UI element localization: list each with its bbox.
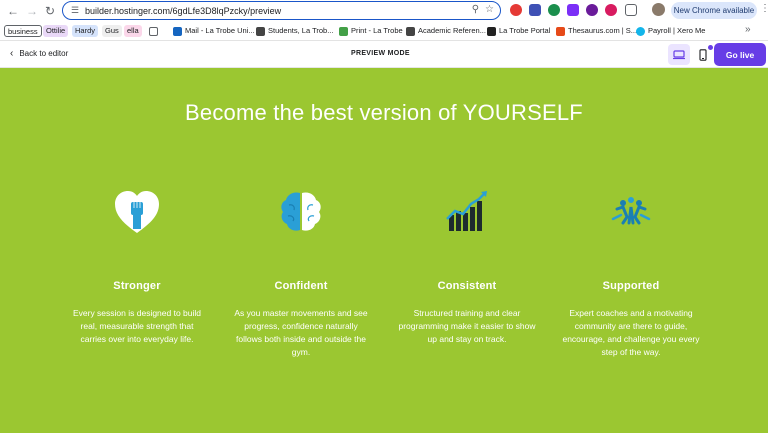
back-arrow-icon[interactable]: ← <box>4 2 22 20</box>
bookmark-folder-ottilie[interactable]: Ottilie <box>43 25 69 37</box>
feature-title: Stronger <box>113 280 161 292</box>
print-icon <box>339 26 348 36</box>
forward-arrow-icon[interactable]: → <box>23 2 41 20</box>
growth-chart-icon <box>446 191 487 231</box>
latrobe-icon <box>406 26 415 36</box>
bookmark-folder-ella[interactable]: ella <box>124 25 142 37</box>
address-bar[interactable]: ☰ builder.hostinger.com/6gdLfe3D8lqPzcky… <box>62 1 501 20</box>
feature-description: Structured training and clear programmin… <box>398 308 536 344</box>
feature-stronger: Stronger Every session is designed to bu… <box>62 188 212 346</box>
bookmark-students[interactable]: Students, La Trob... <box>256 25 333 37</box>
site-settings-icon[interactable]: ☰ <box>67 5 83 16</box>
mail-icon <box>173 26 182 36</box>
bookmark-star-icon[interactable]: ☆ <box>485 4 494 15</box>
extension-adblock-icon[interactable] <box>510 4 522 16</box>
new-chrome-button[interactable]: New Chrome available <box>671 2 757 19</box>
thesaurus-icon <box>556 26 565 36</box>
url-text[interactable]: builder.hostinger.com/6gdLfe3D8lqPzcky/p… <box>85 6 281 16</box>
extension-pen-icon[interactable] <box>586 4 598 16</box>
notification-dot <box>708 45 713 50</box>
team-people-icon <box>611 197 651 225</box>
more-bookmarks-icon[interactable]: » <box>745 24 751 35</box>
feature-description: Every session is designed to build real,… <box>72 308 202 344</box>
feature-description: As you master movements and see progress… <box>234 308 368 357</box>
bookmark-folder-business[interactable]: business <box>4 25 42 37</box>
extension-grammarly-icon[interactable] <box>548 4 560 16</box>
mobile-icon <box>699 48 707 61</box>
feature-title: Supported <box>602 280 660 292</box>
latrobe-icon <box>256 26 265 36</box>
bookmark-latrobe-portal[interactable]: La Trobe Portal <box>487 25 550 37</box>
go-live-button[interactable]: Go live <box>714 43 766 66</box>
feature-title: Confident <box>274 280 328 292</box>
profile-avatar[interactable] <box>652 3 665 16</box>
feature-confident: Confident As you master movements and se… <box>226 188 376 359</box>
bookmark-print[interactable]: Print - La Trobe <box>339 25 403 37</box>
desktop-icon <box>673 49 685 59</box>
xero-icon <box>636 26 645 36</box>
apps-grid-icon[interactable] <box>149 25 158 37</box>
bookmark-thesaurus[interactable]: Thesaurus.com | S... <box>556 25 637 37</box>
extension-purple-icon[interactable] <box>567 4 579 16</box>
bookmark-payroll[interactable]: Payroll | Xero Me <box>636 25 705 37</box>
page-title: Become the best version of YOURSELF <box>185 100 583 125</box>
chrome-menu-icon[interactable]: ⋮ <box>760 3 768 14</box>
chevron-left-icon: ‹ <box>10 48 14 59</box>
preview-section: Become the best version of YOURSELF Stro… <box>0 68 768 433</box>
preview-mode-label: PREVIEW MODE <box>351 50 410 57</box>
brain-icon <box>281 192 321 231</box>
feature-consistent: Consistent Structured training and clear… <box>392 188 542 346</box>
feature-description: Expert coaches and a motivating communit… <box>562 308 700 357</box>
browser-toolbar: ← → ↻ ☰ builder.hostinger.com/6gdLfe3D8l… <box>0 0 768 22</box>
bookmark-academic[interactable]: Academic Referen... <box>406 25 486 37</box>
password-key-icon[interactable]: ⚲ <box>472 4 479 15</box>
editor-bar: ‹ Back to editor PREVIEW MODE Go live <box>0 41 768 68</box>
heart-fist-icon <box>115 191 159 233</box>
bookmark-mail[interactable]: Mail - La Trobe Uni... <box>173 25 255 37</box>
back-to-editor-label: Back to editor <box>19 49 69 58</box>
back-to-editor-button[interactable]: ‹ Back to editor <box>10 48 68 59</box>
latrobe-icon <box>487 26 496 36</box>
extensions-puzzle-icon[interactable] <box>625 4 637 16</box>
reload-icon[interactable]: ↻ <box>41 2 59 20</box>
bookmarks-bar: business Ottilie Hardy Gus ella Mail - L… <box>0 22 768 41</box>
extension-docs-icon[interactable] <box>529 4 541 16</box>
extension-red-icon[interactable] <box>605 4 617 16</box>
bookmark-folder-gus[interactable]: Gus <box>102 25 122 37</box>
bookmark-folder-hardy[interactable]: Hardy <box>72 25 99 37</box>
feature-title: Consistent <box>437 280 497 292</box>
feature-supported: Supported Expert coaches and a motivatin… <box>556 188 706 359</box>
desktop-view-button[interactable] <box>668 44 690 65</box>
